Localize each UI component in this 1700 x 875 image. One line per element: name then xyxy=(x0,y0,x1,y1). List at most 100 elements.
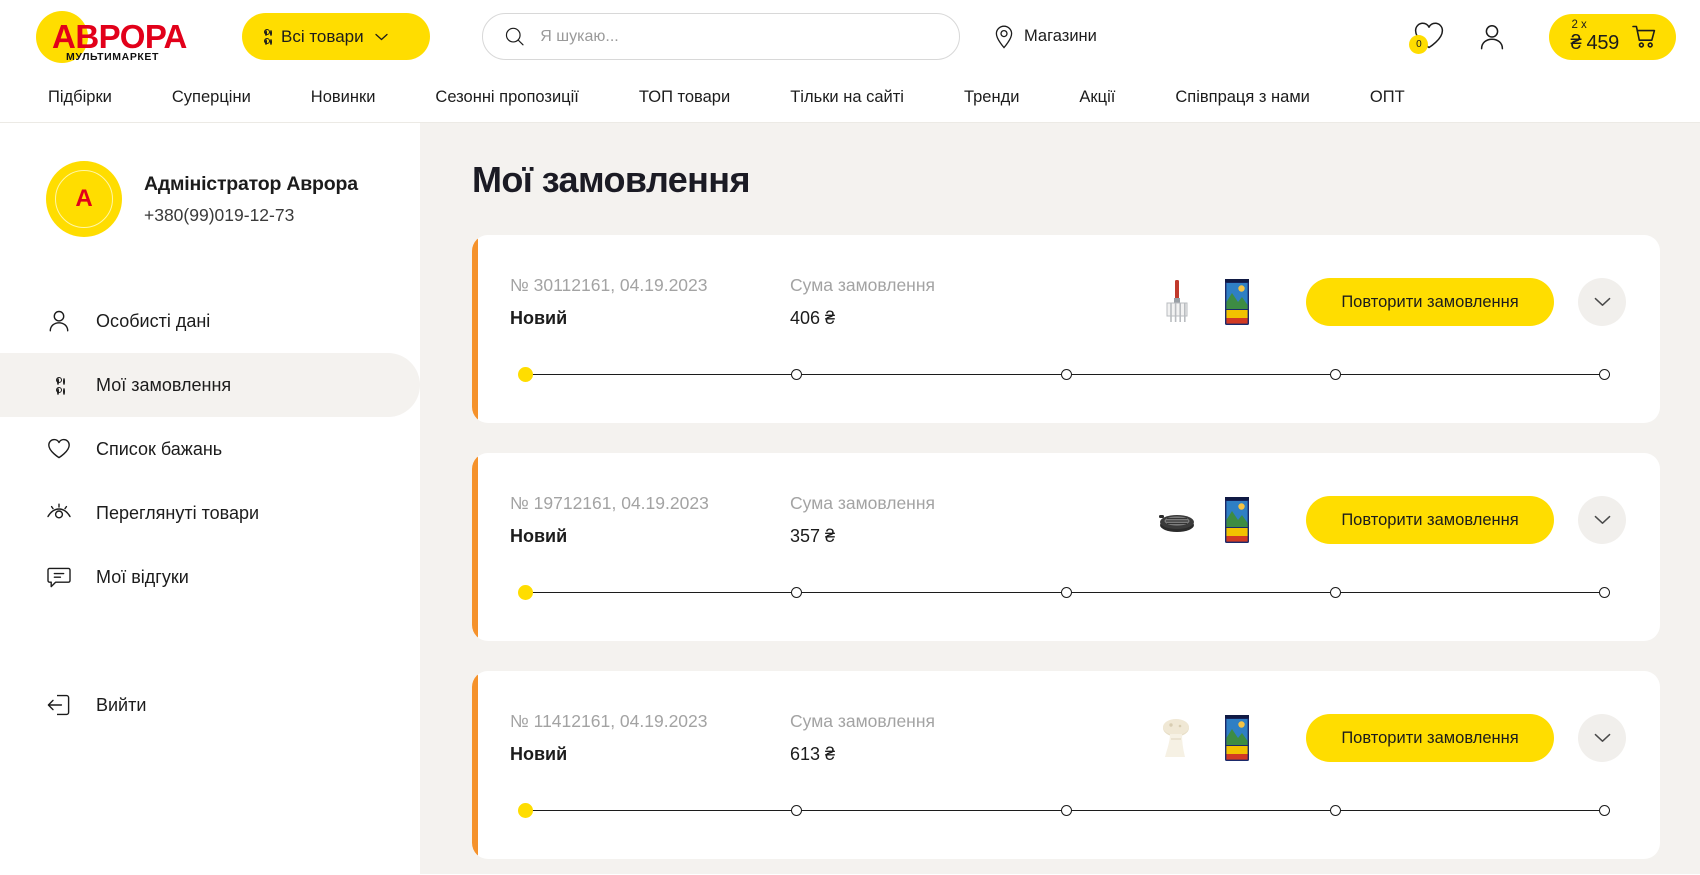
cart-amount: 2 x ₴ 459 xyxy=(1570,18,1619,55)
progress-step-2 xyxy=(791,368,803,380)
search-bar[interactable] xyxy=(482,13,960,60)
comment-icon xyxy=(46,566,72,589)
order-identity: № 19712161, 04.19.2023 Новий xyxy=(510,493,790,547)
sidebar-item-my-reviews[interactable]: Мої відгуки xyxy=(0,545,420,609)
progress-dots xyxy=(518,802,1610,818)
chevron-down-icon xyxy=(1594,515,1610,524)
order-number: № 19712161, 04.19.2023 xyxy=(510,493,709,513)
order-identity: № 11412161, 04.19.2023 Новий xyxy=(510,711,790,765)
order-total-value: 613 ₴ xyxy=(790,744,836,764)
search-input[interactable] xyxy=(540,27,937,46)
progress-dots xyxy=(518,366,1610,382)
progress-step-2 xyxy=(791,586,803,598)
account-button[interactable] xyxy=(1477,21,1507,53)
progress-step-5 xyxy=(1599,586,1610,598)
product-thumb-grill-brush[interactable] xyxy=(1154,276,1200,328)
stores-link[interactable]: Магазини xyxy=(994,25,1097,49)
profile-block: А Адміністратор Аврора +380(99)019-12-73 xyxy=(0,161,420,237)
order-total-label: Сума замовлення xyxy=(790,275,935,295)
orders-content: Мої замовлення № 30112161, 04.19.2023 Но… xyxy=(420,123,1700,874)
sidebar-item-label: Мої замовлення xyxy=(96,374,232,395)
sidebar-item-wishlist[interactable]: Список бажань xyxy=(0,417,420,481)
nav-item-trendy[interactable]: Тренди xyxy=(964,88,1019,107)
page-title: Мої замовлення xyxy=(472,159,750,200)
progress-dots xyxy=(518,584,1610,600)
sidebar-item-personal-data[interactable]: Особисті дані xyxy=(0,289,420,353)
header-actions: 0 2 x ₴ 459 xyxy=(1409,13,1676,60)
repeat-order-button[interactable]: Повторити замовлення xyxy=(1306,714,1554,762)
nav-item-pidbirky[interactable]: Підбірки xyxy=(48,88,112,107)
order-progress-tracker xyxy=(518,363,1610,385)
sidebar-item-my-orders[interactable]: Мої замовлення xyxy=(0,353,420,417)
profile-text: Адміністратор Аврора +380(99)019-12-73 xyxy=(144,173,358,226)
product-thumb-charcoal-bag[interactable] xyxy=(1214,494,1260,546)
order-card: № 30112161, 04.19.2023 Новий Сума замовл… xyxy=(472,235,1660,423)
product-thumb-mushroom-decor[interactable] xyxy=(1154,712,1200,764)
order-summary-row: № 19712161, 04.19.2023 Новий Сума замовл… xyxy=(510,453,1626,581)
nav-item-spivpratsia[interactable]: Співпраця з нами xyxy=(1175,88,1310,107)
logo-subtitle: МУЛЬТИМАРКЕТ xyxy=(66,50,160,63)
logo-wordmark: АВРОРА xyxy=(52,18,187,55)
progress-step-4 xyxy=(1329,586,1341,598)
nav-item-opt[interactable]: ОПТ xyxy=(1370,88,1405,107)
nav-item-sezonni[interactable]: Сезонні пропозиції xyxy=(435,88,578,107)
nav-item-tilky-na-sajti[interactable]: Тільки на сайті xyxy=(790,88,904,107)
cart-quantity: 2 x xyxy=(1571,18,1587,31)
avatar: А xyxy=(46,161,122,237)
progress-step-3 xyxy=(1060,368,1072,380)
search-icon xyxy=(505,27,524,46)
all-goods-label: Всі товари xyxy=(281,26,364,46)
repeat-order-button[interactable]: Повторити замовлення xyxy=(1306,278,1554,326)
stores-label: Магазини xyxy=(1024,27,1097,45)
nav-item-top[interactable]: ТОП товари xyxy=(639,88,730,107)
progress-step-5 xyxy=(1599,804,1610,816)
page-body: А Адміністратор Аврора +380(99)019-12-73 xyxy=(0,123,1700,874)
product-thumb-grill-grate[interactable] xyxy=(1154,494,1200,546)
progress-step-1 xyxy=(518,366,533,382)
order-thumbnails xyxy=(1154,712,1260,764)
all-goods-button[interactable]: Всі товари xyxy=(242,13,430,60)
product-thumb-charcoal-bag[interactable] xyxy=(1214,712,1260,764)
progress-step-3 xyxy=(1060,804,1072,816)
nav-item-novynky[interactable]: Новинки xyxy=(311,88,376,107)
heart-icon xyxy=(46,438,72,460)
order-identity: № 30112161, 04.19.2023 Новий xyxy=(510,275,790,329)
chevron-down-icon xyxy=(374,33,388,40)
site-logo[interactable]: АВРОРА МУЛЬТИМАРКЕТ xyxy=(30,10,190,64)
page-root: АВРОРА МУЛЬТИМАРКЕТ Всі товари Я шукаю..… xyxy=(0,0,1700,875)
order-progress-tracker xyxy=(518,799,1610,821)
expand-order-button[interactable] xyxy=(1578,496,1626,544)
nav-item-aktsii[interactable]: Акції xyxy=(1079,88,1115,107)
expand-order-button[interactable] xyxy=(1578,714,1626,762)
user-icon xyxy=(46,309,72,333)
order-number: № 11412161, 04.19.2023 xyxy=(510,711,708,731)
cart-sum: ₴ 459 xyxy=(1570,32,1619,55)
cart-button[interactable]: 2 x ₴ 459 xyxy=(1549,13,1676,60)
product-thumb-charcoal-bag[interactable] xyxy=(1214,276,1260,328)
order-status: Новий xyxy=(510,526,568,546)
sidebar-item-logout[interactable]: Вийти xyxy=(0,673,420,737)
order-status-accent-bar xyxy=(472,453,478,641)
order-status-accent-bar xyxy=(472,671,478,859)
avatar-letter: А xyxy=(75,185,93,212)
sidebar-item-viewed-products[interactable]: Переглянуті товари xyxy=(0,481,420,545)
progress-step-3 xyxy=(1060,586,1072,598)
sidebar-item-label: Переглянуті товари xyxy=(96,502,260,523)
order-status: Новий xyxy=(510,744,568,764)
order-total: Сума замовлення 613 ₴ xyxy=(790,711,1120,765)
progress-step-1 xyxy=(518,584,533,600)
nav-item-supertsiny[interactable]: Суперціни xyxy=(172,88,251,107)
expand-order-button[interactable] xyxy=(1578,278,1626,326)
favorites-button[interactable]: 0 xyxy=(1409,21,1447,54)
order-status-accent-bar xyxy=(472,235,478,423)
order-total: Сума замовлення 357 ₴ xyxy=(790,493,1120,547)
order-total-value: 406 ₴ xyxy=(790,308,836,328)
repeat-order-button[interactable]: Повторити замовлення xyxy=(1306,496,1554,544)
sidebar-item-label: Список бажань xyxy=(96,438,223,459)
account-sidebar: А Адміністратор Аврора +380(99)019-12-73 xyxy=(0,123,420,874)
profile-name: Адміністратор Аврора xyxy=(144,172,358,195)
progress-step-2 xyxy=(791,804,803,816)
cart-icon xyxy=(1632,25,1656,48)
chevron-down-icon xyxy=(1594,297,1610,306)
